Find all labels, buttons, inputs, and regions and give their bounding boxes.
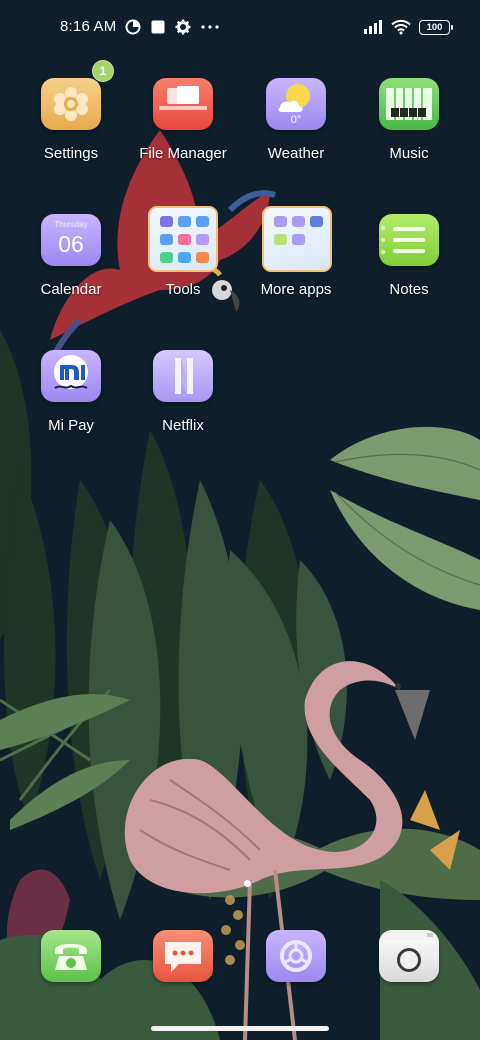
message-bubble-icon: [153, 930, 213, 982]
app-music[interactable]: Music: [353, 78, 465, 188]
app-netflix[interactable]: Netflix: [127, 350, 239, 460]
app-mi-pay[interactable]: Mi Pay: [15, 350, 127, 460]
square-notification-icon: [150, 19, 166, 35]
app-notes-label: Notes: [389, 281, 429, 298]
app-mi-pay-label: Mi Pay: [48, 417, 94, 434]
app-weather[interactable]: 0° Weather: [240, 78, 352, 188]
calendar-weekday: Thursday: [54, 220, 88, 229]
folder-stack-icon: [153, 78, 213, 130]
notification-badge: 1: [92, 60, 114, 82]
app-calendar-label: Calendar: [40, 281, 102, 298]
weather-temperature: 0°: [290, 114, 302, 126]
battery-icon: 100: [419, 19, 453, 35]
dock-browser[interactable]: [266, 930, 326, 982]
app-music-label: Music: [389, 145, 429, 162]
app-notes[interactable]: Notes: [353, 214, 465, 324]
folder-more-apps-label: More apps: [260, 281, 332, 298]
calendar-icon: Thursday 06: [41, 214, 101, 266]
app-file-manager[interactable]: File Manager: [127, 78, 239, 188]
phone-icon: [41, 930, 101, 982]
app-file-manager-label: File Manager: [139, 145, 227, 162]
calendar-day: 06: [58, 231, 84, 257]
notes-icon: [379, 214, 439, 266]
app-settings-label: Settings: [43, 145, 99, 162]
app-calendar[interactable]: Thursday 06 Calendar: [15, 214, 127, 324]
page-indicator-dot: [244, 880, 251, 887]
status-clock: 8:16 AM: [60, 18, 117, 35]
app-weather-label: Weather: [267, 145, 325, 162]
app-netflix-label: Netflix: [162, 417, 204, 434]
battery-level: 100: [426, 21, 443, 33]
status-bar: 8:16 AM 100: [0, 0, 480, 56]
data-saver-icon: [125, 19, 141, 35]
home-gesture-bar[interactable]: [151, 1026, 329, 1031]
gear-icon: [175, 19, 191, 35]
mi-pay-icon: [41, 350, 101, 402]
more-dots-icon: [200, 19, 220, 35]
gear-icon: [41, 78, 101, 130]
piano-keys-icon: [379, 78, 439, 130]
dock-camera[interactable]: [379, 930, 439, 982]
dock-phone[interactable]: [41, 930, 101, 982]
folder-more-apps[interactable]: More apps: [240, 214, 352, 324]
signal-icon: [363, 19, 383, 35]
app-settings[interactable]: Settings: [15, 78, 127, 188]
wifi-icon: [391, 19, 411, 35]
netflix-n-icon: [153, 350, 213, 402]
browser-icon: [266, 930, 326, 982]
folder-tools-label: Tools: [165, 281, 201, 298]
dock-messages[interactable]: [153, 930, 213, 982]
camera-icon: [379, 930, 439, 982]
folder-tools[interactable]: Tools: [127, 214, 239, 324]
